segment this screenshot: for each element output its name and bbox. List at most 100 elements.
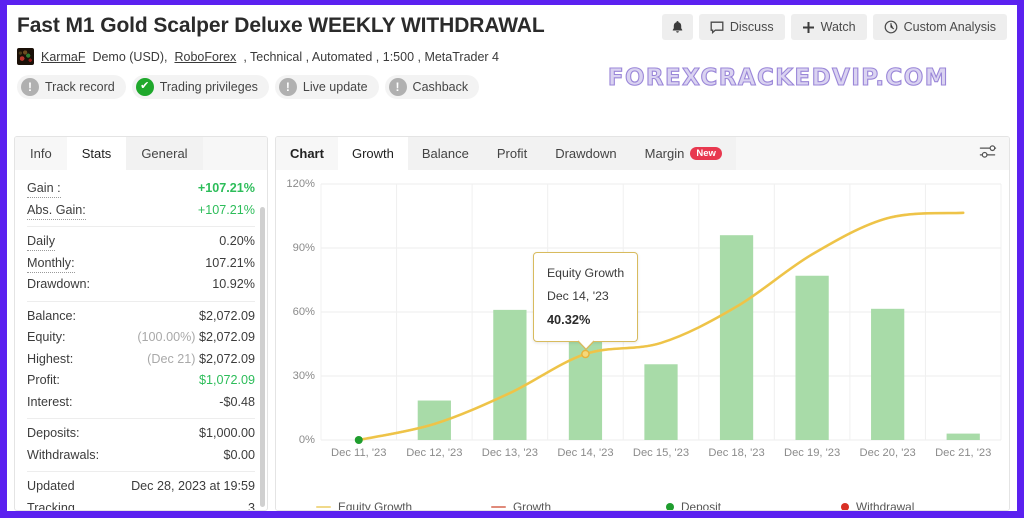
- sidebar-scroll-thumb[interactable]: [260, 207, 265, 507]
- page-header: Fast M1 Gold Scalper Deluxe WEEKLY WITHD…: [7, 5, 1017, 99]
- stats-value: Dec 28, 2023 at 19:59: [131, 476, 255, 498]
- discuss-button[interactable]: Discuss: [698, 14, 785, 40]
- stats-value-text: +107.21%: [197, 181, 255, 195]
- stats-row: Equity: (100.00%) $2,072.09: [27, 327, 255, 349]
- legend-dot-swatch: [666, 503, 674, 510]
- stats-label: Equity:: [27, 330, 66, 344]
- avatar: [17, 48, 34, 65]
- stats-label: Profit:: [27, 373, 60, 387]
- stats-value-text: $0.00: [223, 447, 255, 462]
- stats-row: Abs. Gain: +107.21%: [27, 200, 255, 222]
- stats-value: 107.21%: [205, 253, 255, 275]
- stats-value-text: $2,072.09: [198, 308, 255, 323]
- page-title: Fast M1 Gold Scalper Deluxe WEEKLY WITHD…: [17, 14, 545, 37]
- page-root: Fast M1 Gold Scalper Deluxe WEEKLY WITHD…: [7, 5, 1017, 511]
- x-axis-tick-label: Dec 15, '23: [632, 447, 690, 459]
- stats-row: Balance: $2,072.09: [27, 306, 255, 328]
- x-axis-tick-label: Dec 19, '23: [783, 447, 841, 459]
- tab-growth[interactable]: Growth: [337, 137, 408, 170]
- check-icon: ✔: [135, 78, 154, 96]
- tab-stats[interactable]: Stats: [66, 137, 127, 170]
- tab-profit[interactable]: Profit: [482, 137, 542, 170]
- notifications-button[interactable]: [661, 14, 693, 40]
- stats-value-text: 10.92%: [212, 277, 255, 291]
- pill-label: Cashback: [412, 80, 469, 94]
- broker-link[interactable]: RoboForex: [174, 50, 236, 64]
- sidebar-scrollbar[interactable]: [260, 171, 266, 509]
- y-axis-tick-label: 30%: [292, 370, 315, 382]
- x-axis-tick-label: Dec 12, '23: [406, 447, 463, 459]
- stats-label: Balance:: [27, 308, 77, 323]
- tab-info[interactable]: Info: [15, 137, 67, 170]
- tab-general[interactable]: General: [126, 137, 203, 170]
- stats-value: $2,072.09: [199, 306, 255, 328]
- sliders-icon: [978, 142, 997, 166]
- discuss-label: Discuss: [729, 20, 774, 34]
- stats-value: -$0.48: [219, 392, 255, 414]
- growth-chart: 0% 30% 60% 90% 120% Dec 11, '23 Dec 12, '23 Dec…: [276, 170, 1009, 510]
- chart-bar: [795, 275, 829, 440]
- legend-item-withdrawal[interactable]: Withdrawal: [841, 500, 915, 511]
- legend-line-swatch: [316, 505, 331, 509]
- stats-value: +107.21%: [198, 178, 255, 200]
- stats-value-text: Dec 28, 2023 at 19:59: [131, 479, 255, 493]
- legend-label: Growth: [513, 500, 552, 511]
- stats-value-prefix: (100.00%): [137, 330, 199, 344]
- bell-icon: [671, 20, 684, 34]
- stats-label[interactable]: Daily: [27, 232, 55, 251]
- chart-tooltip: Equity Growth Dec 14, '23 40.32%: [532, 251, 639, 351]
- stats-value-text: $2,072.09: [198, 351, 255, 366]
- watch-button[interactable]: Watch: [790, 14, 867, 40]
- legend-label: Withdrawal: [856, 500, 915, 511]
- stats-label: Highest:: [27, 351, 74, 366]
- account-meta: KarmaF Demo (USD), RoboForex , Technical…: [17, 48, 1007, 65]
- legend-line-swatch: [491, 505, 506, 509]
- stats-row: Highest: (Dec 21) $2,072.09: [27, 349, 255, 371]
- chart-bar: [493, 309, 527, 440]
- legend-item-deposit[interactable]: Deposit: [666, 500, 721, 511]
- chart-settings-button[interactable]: [965, 137, 1009, 170]
- stats-label: Updated: [27, 479, 75, 493]
- stats-label: Drawdown:: [27, 277, 90, 291]
- stats-label[interactable]: Gain :: [27, 179, 61, 198]
- tooltip-arrow: [577, 339, 595, 351]
- tab-margin[interactable]: Margin New: [630, 137, 736, 170]
- stats-sidebar: Info Stats General Gain : +107.21% Abs. Ga…: [14, 136, 268, 511]
- stats-value-text: $1,072.09: [198, 373, 255, 387]
- tab-chart[interactable]: Chart: [276, 137, 338, 170]
- pill-label: Trading privileges: [159, 80, 258, 94]
- stats-row: Tracking 3: [27, 498, 255, 511]
- status-badge-live-update[interactable]: ! Live update: [274, 75, 379, 99]
- tab-drawdown[interactable]: Drawdown: [541, 137, 631, 170]
- custom-analysis-button[interactable]: Custom Analysis: [872, 14, 1007, 40]
- tab-label: Growth: [351, 146, 394, 161]
- stats-label: Interest:: [27, 394, 73, 409]
- tabs-filler: [202, 137, 267, 170]
- chart-panel: Chart Growth Balance Profit Drawdown Margin Ne…: [275, 136, 1010, 511]
- account-name-link[interactable]: KarmaF: [41, 50, 85, 64]
- legend-item-growth[interactable]: Growth: [491, 500, 552, 511]
- stats-label[interactable]: Monthly:: [27, 254, 75, 273]
- stats-value-text: -$0.48: [219, 394, 255, 409]
- chart-bar: [871, 308, 905, 440]
- stats-row: Monthly: 107.21%: [27, 253, 255, 275]
- status-pills: ! Track record ✔ Trading privileges ! Li…: [17, 75, 1007, 99]
- status-badge-track-record[interactable]: ! Track record: [17, 75, 126, 99]
- browser-frame: Fast M1 Gold Scalper Deluxe WEEKLY WITHD…: [0, 0, 1024, 518]
- stats-row: Withdrawals: $0.00: [27, 445, 255, 467]
- legend-label: Deposit: [681, 500, 721, 511]
- stats-row: Updated Dec 28, 2023 at 19:59: [27, 476, 255, 498]
- legend-item-equity-growth[interactable]: Equity Growth: [316, 500, 412, 510]
- warning-icon: !: [278, 78, 297, 96]
- tooltip-series: Equity Growth: [546, 265, 625, 280]
- chart-marker-equity-growth-point: [581, 349, 590, 359]
- status-badge-trading-privileges[interactable]: ✔ Trading privileges: [131, 75, 269, 99]
- legend-dot-swatch: [841, 503, 849, 510]
- y-axis-tick-label: 120%: [286, 178, 315, 190]
- tab-balance[interactable]: Balance: [407, 137, 483, 170]
- x-axis-tick-label: Dec 20, '23: [859, 447, 916, 459]
- stats-label[interactable]: Abs. Gain:: [27, 201, 86, 220]
- status-badge-cashback[interactable]: ! Cashback: [384, 75, 480, 99]
- stats-value-text: 0.20%: [219, 234, 255, 248]
- stats-value: (100.00%) $2,072.09: [137, 327, 255, 349]
